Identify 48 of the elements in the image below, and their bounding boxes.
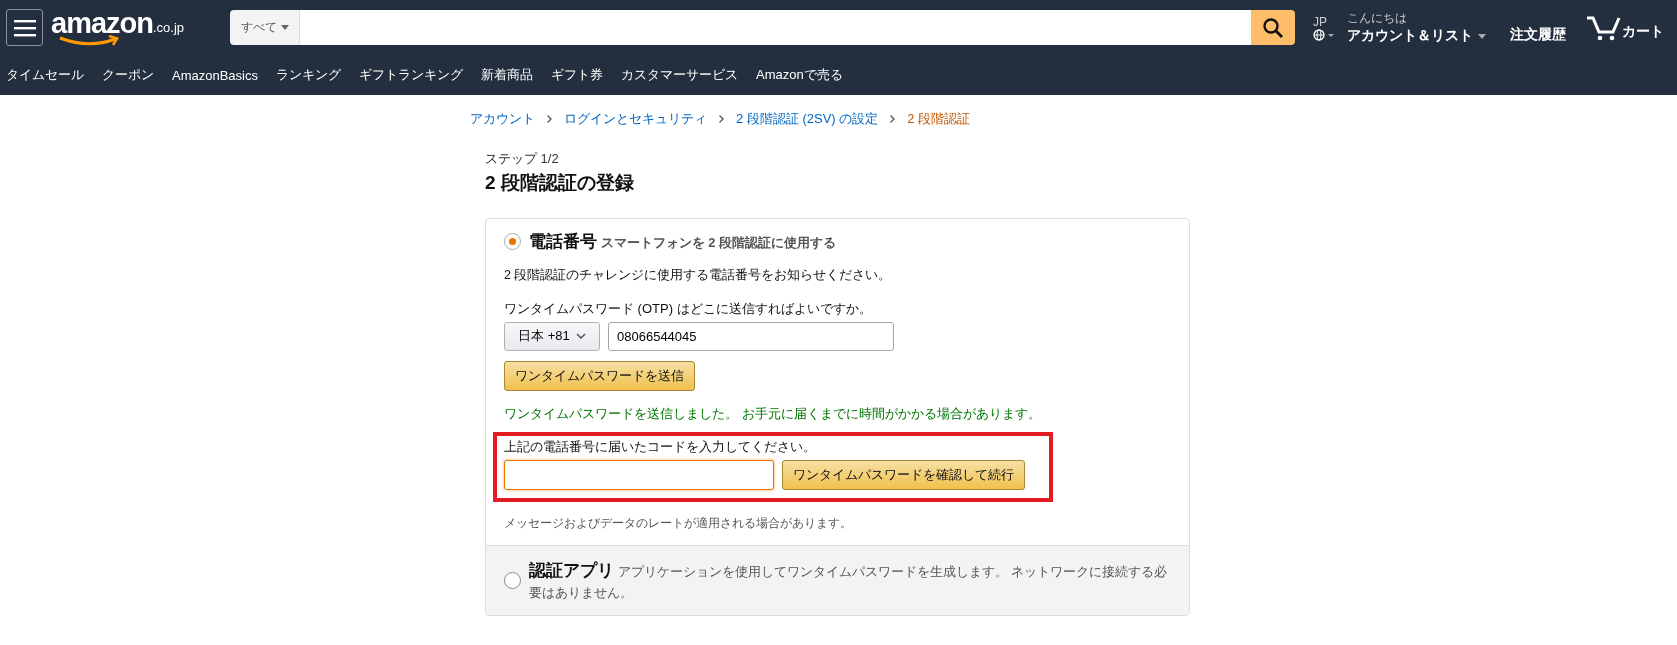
country-dropdown[interactable]: 日本 +81 [504,321,600,351]
chevron-icon [547,115,552,123]
nav-link[interactable]: カスタマーサービス [621,66,738,84]
breadcrumb-link[interactable]: 2 段階認証 [907,110,971,128]
field-label: ワンタイムパスワード (OTP) はどこに送信すればよいですか。 [504,299,873,318]
language-selector[interactable]: JP [1313,14,1337,41]
breadcrumb-link[interactable]: 2 段階認証 (2SV) の設定 [736,110,879,128]
orders-link[interactable]: 注文履歴 [1510,25,1566,44]
description-text: 2 段階認証のチャレンジに使用する電話番号をお知らせください。 [504,266,893,284]
menu-button[interactable] [6,9,43,46]
chevron-icon [719,115,724,123]
radio-button[interactable] [504,233,521,251]
rates-note: メッセージおよびデータのレートが適用される場合があります。 [504,515,853,531]
breadcrumb-link[interactable]: ログインとセキュリティ [564,110,707,128]
category-dropdown[interactable]: すべて [230,10,300,45]
cart-icon [1586,14,1622,41]
phone-field[interactable]: 08066544045 [608,321,894,351]
search-icon [1262,16,1284,39]
step-label: ステップ 1/2 [485,150,560,168]
account-menu[interactable]: こんにちは アカウント＆リスト [1347,10,1486,45]
nav-link[interactable]: Amazonで売る [756,66,843,84]
nav-link[interactable]: ランキング [276,66,341,84]
nav-link[interactable]: タイムセール [6,66,84,84]
send-otp-button[interactable]: ワンタイムパスワードを送信 [504,360,695,391]
radio-button[interactable] [504,571,521,589]
search-button[interactable] [1251,10,1295,45]
nav-link[interactable]: AmazonBasics [172,67,258,83]
breadcrumb-link[interactable]: アカウント [470,110,535,128]
nav-link[interactable]: ギフトランキング [359,66,463,84]
page-title: 2 段階認証の登録 [485,171,635,195]
verify-button[interactable]: ワンタイムパスワードを確認して続行 [782,459,1025,490]
field-label: 上記の電話番号に届いたコードを入力してください。 [504,437,817,456]
option-title: 電話番号 スマートフォンを 2 段階認証に使用する [529,231,837,253]
amazon-logo[interactable]: amazon.co.jp [51,7,216,48]
code-field[interactable] [504,459,774,490]
globe-icon [1313,28,1337,41]
search-field[interactable] [300,10,1251,45]
caret-icon [1478,33,1486,39]
cart-link[interactable]: カート [1586,14,1664,41]
nav-link[interactable]: 新着商品 [481,66,533,84]
chevron-icon [890,115,896,123]
nav-link[interactable]: ギフト券 [551,66,603,84]
nav-link[interactable]: クーポン [102,66,154,84]
option-title: 認証アプリ アプリケーションを使用してワンタイムパスワードを生成します。 ネットワークに接続する必要はありません。 [529,559,1169,602]
success-message: ワンタイムパスワードを送信しました。 お手元に届くまでに時間がかかる場合があります。 [504,404,1042,423]
chevron-icon [575,333,586,339]
caret-icon [280,25,289,30]
menu-icon [13,18,36,37]
